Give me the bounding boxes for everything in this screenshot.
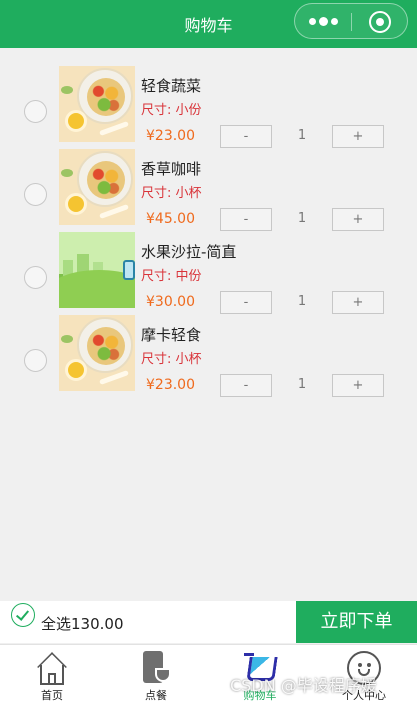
item-name: 香草咖啡	[141, 160, 202, 178]
item-size: 尺寸: 小杯	[141, 186, 202, 201]
increase-qty-button[interactable]: +	[332, 291, 384, 314]
item-quantity: 1	[297, 128, 307, 143]
decrease-qty-button[interactable]: -	[220, 291, 272, 314]
select-all-check-icon[interactable]	[11, 603, 35, 627]
item-name: 水果沙拉-简直	[141, 243, 237, 261]
nav-header: 购物车	[0, 0, 417, 48]
decrease-qty-button[interactable]: -	[220, 208, 272, 231]
item-price: ¥23.00	[146, 377, 195, 393]
order-icon	[139, 651, 173, 685]
cart-item: 水果沙拉-简直 尺寸: 中份 ¥30.00 - 1 +	[0, 232, 417, 316]
select-all-total[interactable]: 全选130.00	[41, 613, 124, 634]
increase-qty-button[interactable]: +	[332, 125, 384, 148]
close-target-icon[interactable]	[369, 11, 391, 33]
item-quantity: 1	[297, 211, 307, 226]
place-order-button[interactable]: 立即下单	[296, 601, 417, 643]
item-name: 摩卡轻食	[141, 326, 202, 344]
watermark: CSDN @毕设程序媛	[230, 676, 377, 695]
cart-item: 摩卡轻食 尺寸: 小杯 ¥23.00 - 1 +	[0, 315, 417, 399]
decrease-qty-button[interactable]: -	[220, 374, 272, 397]
capsule-divider	[351, 13, 352, 31]
food-bowl-image	[59, 66, 135, 142]
food-bowl-image	[59, 149, 135, 225]
food-bowl-image	[59, 315, 135, 391]
green-landscape-image	[59, 232, 135, 308]
more-dots-icon[interactable]	[309, 16, 339, 28]
item-size: 尺寸: 小份	[141, 103, 202, 118]
item-price: ¥23.00	[146, 128, 195, 144]
decrease-qty-button[interactable]: -	[220, 125, 272, 148]
tab-order[interactable]: 点餐	[104, 645, 208, 702]
item-select-radio[interactable]	[24, 183, 47, 206]
item-select-radio[interactable]	[24, 349, 47, 372]
item-select-radio[interactable]	[24, 100, 47, 123]
tab-home[interactable]: 首页	[0, 645, 104, 702]
increase-qty-button[interactable]: +	[332, 374, 384, 397]
item-size: 尺寸: 小杯	[141, 352, 202, 367]
item-price: ¥30.00	[146, 294, 195, 310]
item-select-radio[interactable]	[24, 266, 47, 289]
checkout-bar: 全选130.00 立即下单	[0, 601, 417, 643]
tab-label: 首页	[41, 689, 63, 702]
item-quantity: 1	[297, 377, 307, 392]
item-size: 尺寸: 中份	[141, 269, 202, 284]
increase-qty-button[interactable]: +	[332, 208, 384, 231]
home-icon	[36, 651, 68, 685]
item-name: 轻食蔬菜	[141, 77, 202, 95]
item-quantity: 1	[297, 294, 307, 309]
item-price: ¥45.00	[146, 211, 195, 227]
cart-item: 香草咖啡 尺寸: 小杯 ¥45.00 - 1 +	[0, 149, 417, 233]
mini-program-capsule	[294, 3, 408, 39]
cart-item: 轻食蔬菜 尺寸: 小份 ¥23.00 - 1 +	[0, 66, 417, 150]
tab-label: 点餐	[145, 689, 167, 702]
